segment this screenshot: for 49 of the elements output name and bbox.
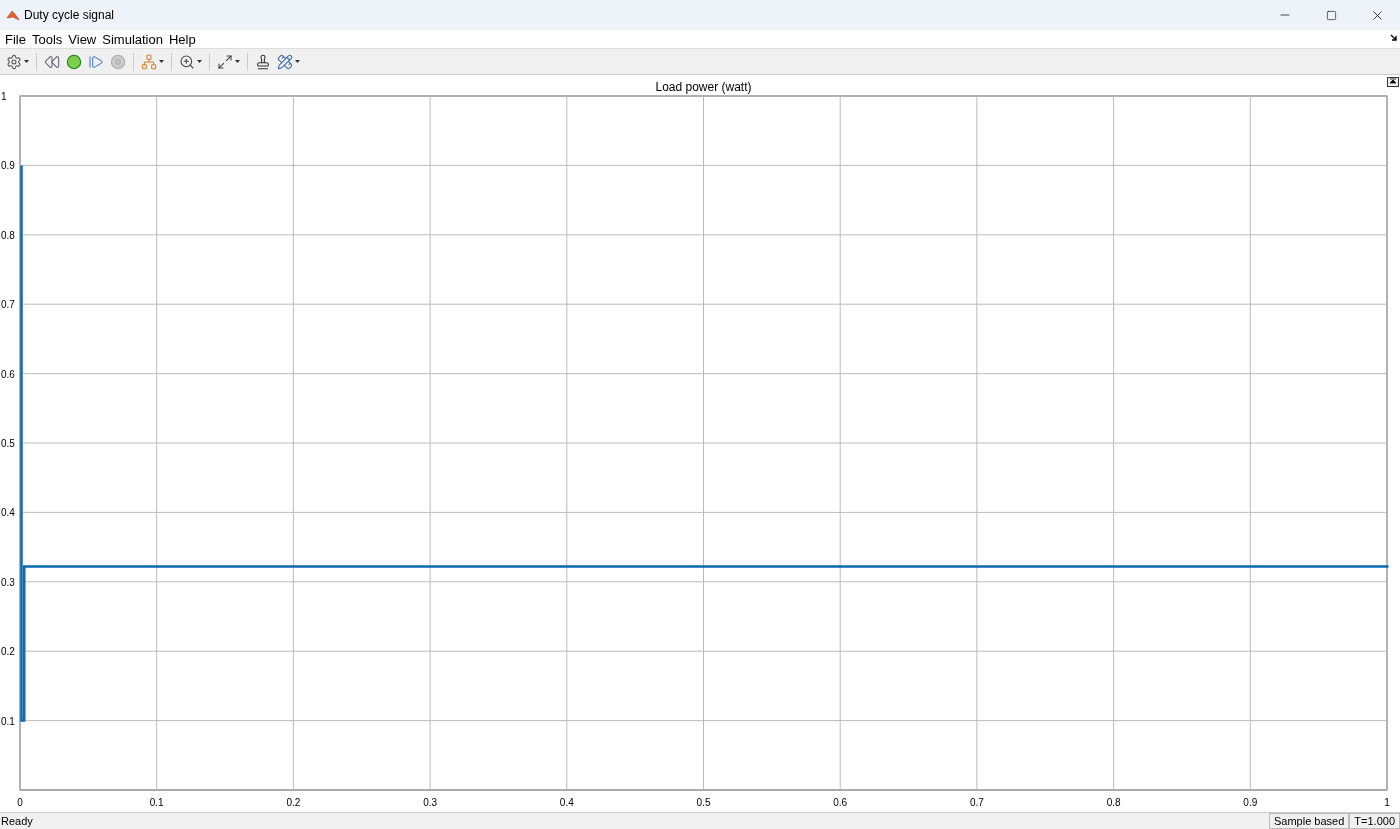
tick-label: 0.9 [1243, 797, 1258, 808]
stamp-icon [255, 53, 271, 70]
tick-label: 0.6 [1, 368, 15, 380]
chart-title: Load power (watt) [655, 80, 752, 94]
undock-plot-icon[interactable] [1387, 77, 1399, 87]
tick-label: 0.8 [1, 229, 15, 241]
tick-label: 1 [1, 91, 7, 102]
tick-label: 0.1 [149, 797, 164, 808]
window-title: Duty cycle signal [24, 8, 116, 22]
status-text: Ready [0, 815, 34, 827]
step-forward-icon [88, 53, 104, 70]
tick-label: 0.7 [969, 797, 984, 808]
simulation-time: T=1.000 [1349, 813, 1400, 829]
tick-label: 1 [1384, 797, 1390, 808]
expand-icon [217, 53, 233, 70]
tick-label: 0.9 [1, 160, 15, 172]
caret-icon [159, 60, 164, 63]
maximize-icon [1325, 9, 1337, 21]
caret-icon [235, 60, 240, 63]
tick-label: 0.8 [1106, 797, 1121, 808]
tick-label: 0 [17, 797, 23, 808]
tick-label: 0.4 [559, 797, 574, 808]
menu-item[interactable]: View [65, 30, 100, 48]
tick-label: 0.5 [1, 438, 15, 449]
tick-label: 0.7 [1, 299, 15, 311]
diagram-icon [141, 53, 157, 70]
menu-item[interactable]: Simulation [99, 30, 166, 48]
stop-icon [110, 53, 126, 70]
caret-icon [197, 60, 202, 63]
tick-label: 0.6 [833, 797, 848, 808]
settings-icon [6, 53, 22, 70]
arrow-icon[interactable] [1390, 34, 1398, 42]
tick-label: 0.2 [286, 797, 301, 808]
zoom-in-icon [179, 53, 195, 70]
tick-label: 0.5 [696, 797, 711, 808]
simulation-mode: Sample based [1269, 813, 1350, 829]
rewind-icon [44, 53, 60, 70]
tick-label: 0.1 [1, 715, 15, 727]
caret-icon [24, 60, 29, 63]
tick-label: 0.4 [1, 507, 15, 519]
tick-label: 0.3 [1, 576, 15, 588]
menu-item[interactable]: Help [165, 30, 199, 48]
tick-label: 0.2 [1, 646, 15, 658]
tick-label: 0.3 [423, 797, 438, 808]
menu-item[interactable]: Tools [28, 30, 66, 48]
pencil-ruler-icon [277, 53, 293, 70]
menu-item[interactable]: File [2, 30, 29, 48]
app-logo-icon [6, 8, 20, 22]
caret-icon [295, 60, 300, 63]
